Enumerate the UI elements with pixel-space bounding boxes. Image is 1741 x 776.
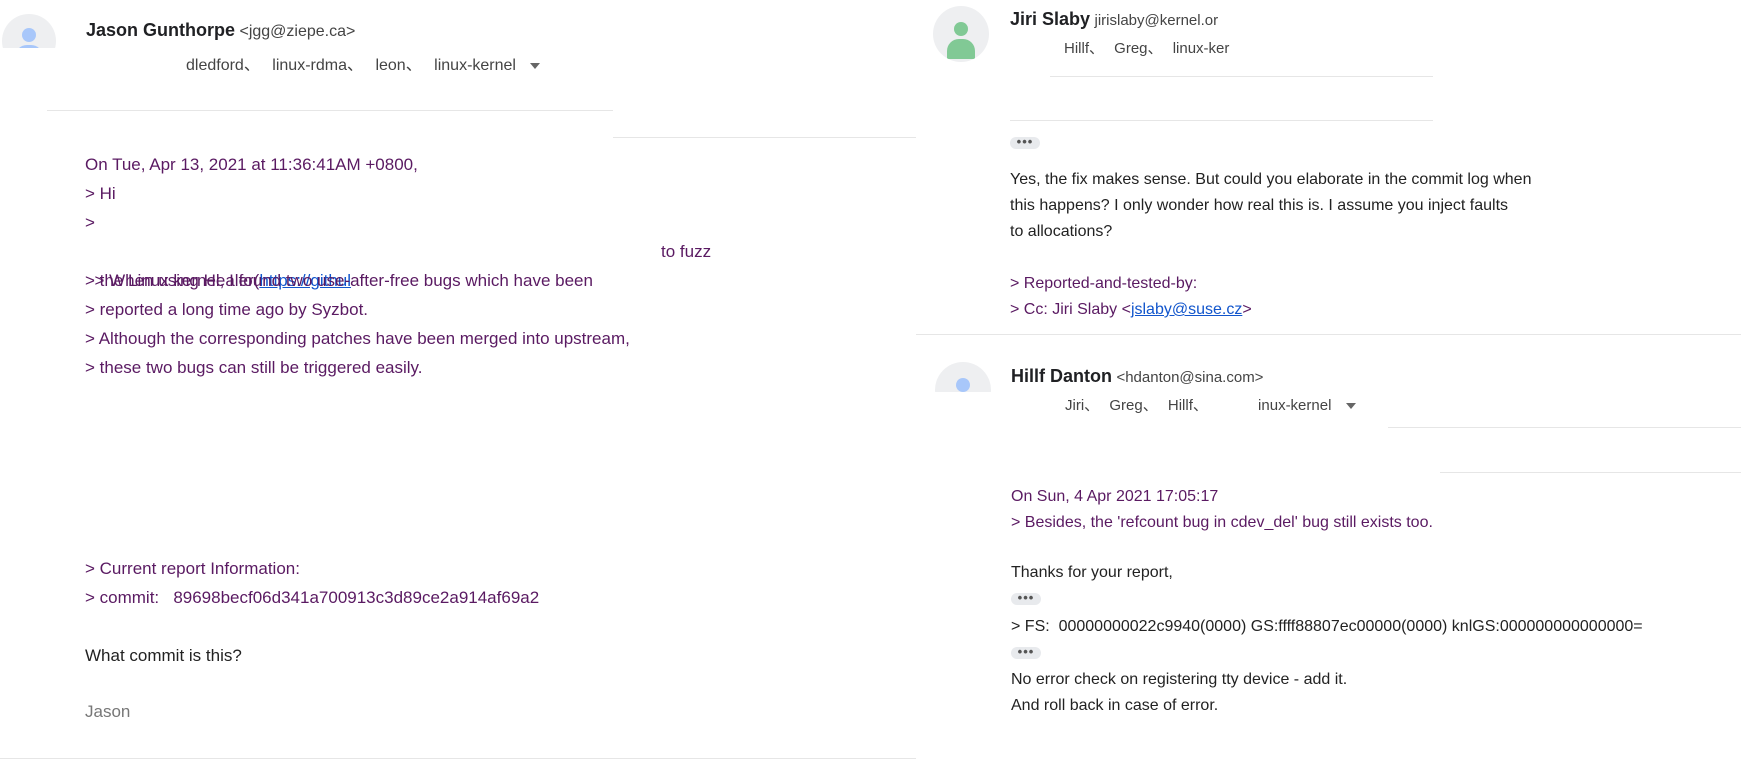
recipient: Jiri、 [1065, 397, 1100, 414]
recipient: inux-kernel [1258, 397, 1332, 414]
reply-line: And roll back in case of error. [1011, 697, 1219, 714]
recipient: Hillf、 [1064, 40, 1104, 57]
sender-header: Jiri Slaby jirislaby@kernel.or [1010, 9, 1235, 30]
chevron-down-icon[interactable] [1345, 403, 1356, 410]
divider [1388, 427, 1741, 428]
reply-text: Yes, the fix makes sense. But could you … [1010, 167, 1531, 245]
quoted-text: > Reported-and-tested-by: > Cc: Jiri Sla… [1010, 271, 1252, 323]
avatar-clip [0, 48, 70, 78]
quote-line: > Although the corresponding patches hav… [85, 329, 630, 348]
recipient: dledford、 [186, 57, 260, 74]
recipients-row[interactable]: Hillf、 Greg、 linux-ker [1064, 37, 1235, 58]
closing-text: No error check on registering tty device… [1011, 667, 1347, 719]
signature: Jason [85, 702, 131, 721]
person-icon [954, 22, 968, 36]
divider [916, 334, 1741, 335]
recipient: Hillf、 [1167, 397, 1208, 414]
reply-text: What commit is this? [85, 646, 242, 665]
person-icon-body [947, 39, 975, 59]
cc-line: > Cc: Jiri Slaby <jslaby@suse.cz> [1010, 297, 1252, 323]
email-link[interactable]: jslaby@suse.cz [1131, 301, 1242, 318]
quoted-text: On Sun, 4 Apr 2021 17:05:17 > Besides, t… [1011, 484, 1433, 536]
divider [0, 758, 916, 759]
divider [47, 110, 613, 111]
divider [613, 137, 916, 138]
recipient: linux-rdma、 [272, 57, 363, 74]
recipient: linux-kernel [434, 57, 516, 74]
quote-line: > Hi [85, 184, 116, 203]
sender-header: Jason Gunthorpe <jgg@ziepe.ca> [86, 20, 355, 41]
quote-line: > the Linux kernel, I found two use-afte… [85, 271, 593, 290]
quote-text: > [1242, 301, 1252, 318]
divider [1440, 472, 1741, 473]
quote-line: > Current report Information: [85, 559, 300, 578]
divider [1010, 120, 1433, 121]
avatar-jiri[interactable] [933, 6, 989, 62]
recipient: leon、 [375, 57, 422, 74]
show-trimmed-button[interactable]: ••• [1010, 135, 1040, 149]
show-trimmed-button[interactable]: ••• [1011, 645, 1041, 659]
healer-line-suffix: to fuzz [661, 242, 712, 261]
sender-name[interactable]: Jason Gunthorpe [86, 20, 235, 40]
quote-line: > [85, 213, 95, 232]
sender-email: jirislaby@kernel.or [1094, 12, 1219, 29]
recipients-row[interactable]: Jiri、 Greg、 Hillf、 inux-kernel [1065, 394, 1356, 415]
reply-line: to allocations? [1010, 223, 1113, 240]
quote-line: > these two bugs can still be triggered … [85, 358, 423, 377]
reply-text: Thanks for your report, [1011, 564, 1173, 581]
reply-line: Yes, the fix makes sense. But could you … [1010, 171, 1532, 188]
sender-header: Hillf Danton <hdanton@sina.com> [1011, 366, 1263, 387]
report-quote: > Current report Information: > commit: … [85, 554, 539, 612]
quote-text: > Cc: Jiri Slaby < [1010, 301, 1131, 318]
quote-line: > Besides, the 'refcount bug in cdev_del… [1011, 514, 1433, 531]
fs-line: > FS: 00000000022c9940(0000) GS:ffff8880… [1011, 618, 1643, 635]
sender-name[interactable]: Hillf Danton [1011, 366, 1112, 386]
quoted-text: On Tue, Apr 13, 2021 at 11:36:41AM +0800… [85, 150, 418, 237]
chevron-down-icon[interactable] [530, 62, 541, 69]
quote-line: > Reported-and-tested-by: [1010, 275, 1198, 292]
show-trimmed-button[interactable]: ••• [1011, 591, 1041, 605]
sender-email: <jgg@ziepe.ca> [239, 23, 356, 40]
quoted-text-2: > the Linux kernel, I found two use-afte… [85, 266, 630, 382]
person-icon [956, 378, 970, 392]
recipient: linux-ker [1172, 40, 1230, 57]
recipients-row[interactable]: dledford、 linux-rdma、 leon、 linux-kernel [186, 51, 541, 75]
reply-line: this happens? I only wonder how real thi… [1010, 197, 1509, 214]
quote-line: > commit: 89698becf06d341a700913c3d89ce2… [85, 588, 540, 607]
sender-email: <hdanton@sina.com> [1116, 369, 1264, 386]
divider [1050, 76, 1433, 77]
sender-name[interactable]: Jiri Slaby [1010, 9, 1090, 29]
avatar-clip [930, 392, 1000, 422]
quote-line: On Tue, Apr 13, 2021 at 11:36:41AM +0800… [85, 155, 418, 174]
person-icon [22, 28, 36, 42]
reply-line: No error check on registering tty device… [1011, 671, 1348, 688]
quote-line: On Sun, 4 Apr 2021 17:05:17 [1011, 488, 1219, 505]
quote-line: > reported a long time ago by Syzbot. [85, 300, 369, 319]
recipient: Greg、 [1109, 397, 1158, 414]
recipient: Greg、 [1114, 40, 1163, 57]
